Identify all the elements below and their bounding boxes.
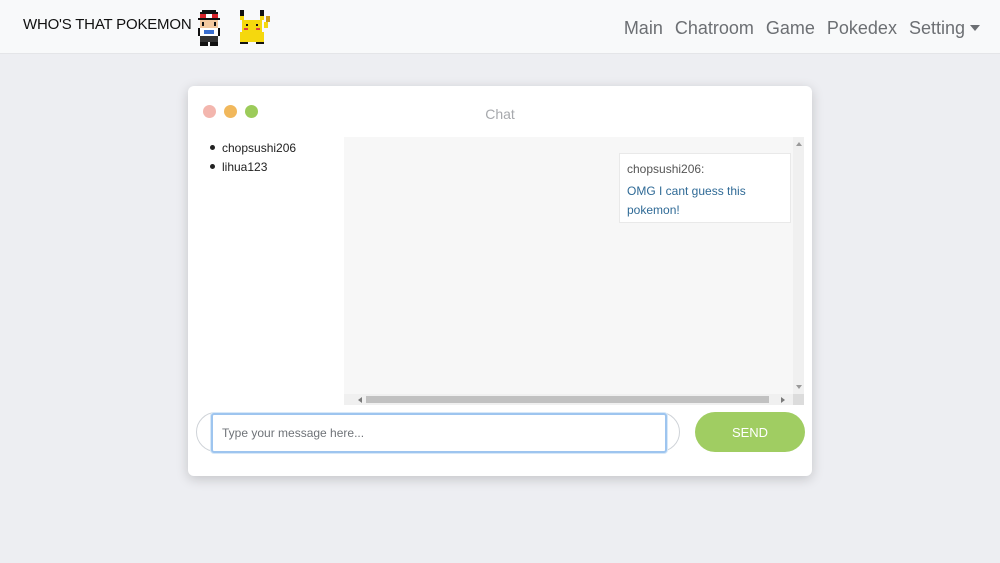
nav-game[interactable]: Game [766, 18, 815, 39]
scroll-right-arrow-icon[interactable] [781, 397, 785, 403]
top-navbar: WHO'S THAT POKEMON Main Chatroom Game Po… [0, 0, 1000, 54]
nav-setting-dropdown[interactable]: Setting [909, 18, 980, 39]
message-input[interactable] [211, 413, 667, 453]
horizontal-scroll-thumb[interactable] [366, 396, 769, 403]
user-list-item: lihua123 [210, 157, 296, 176]
trainer-sprite-icon [198, 10, 220, 46]
user-list-item: chopsushi206 [210, 138, 296, 157]
chat-window: Chat chopsushi206 lihua123 chopsushi206:… [188, 86, 812, 476]
message-text: OMG I cant guess this pokemon! [627, 184, 746, 217]
send-button[interactable]: SEND [695, 412, 805, 452]
scrollbar-corner [793, 394, 804, 405]
scroll-left-arrow-icon[interactable] [358, 397, 362, 403]
nav-pokedex[interactable]: Pokedex [827, 18, 897, 39]
pikachu-sprite-icon [240, 10, 270, 44]
scroll-up-arrow-icon[interactable] [796, 142, 802, 146]
nav-main[interactable]: Main [624, 18, 663, 39]
message-area[interactable]: chopsushi206: OMG I cant guess this poke… [344, 137, 804, 405]
brand-title[interactable]: WHO'S THAT POKEMON [23, 16, 192, 33]
chat-message: chopsushi206: OMG I cant guess this poke… [619, 153, 791, 223]
vertical-scrollbar[interactable] [793, 137, 804, 394]
nav-setting-label: Setting [908, 17, 965, 38]
horizontal-scrollbar[interactable] [344, 394, 793, 405]
chat-title: Chat [485, 106, 515, 122]
nav-chatroom[interactable]: Chatroom [675, 18, 754, 39]
scroll-down-arrow-icon[interactable] [796, 385, 802, 389]
user-list: chopsushi206 lihua123 [210, 138, 296, 176]
message-input-wrapper [196, 412, 680, 453]
caret-down-icon [970, 24, 980, 31]
message-author: chopsushi206: [627, 162, 705, 176]
nav-menu: Main Chatroom Game Pokedex Setting [624, 16, 980, 40]
